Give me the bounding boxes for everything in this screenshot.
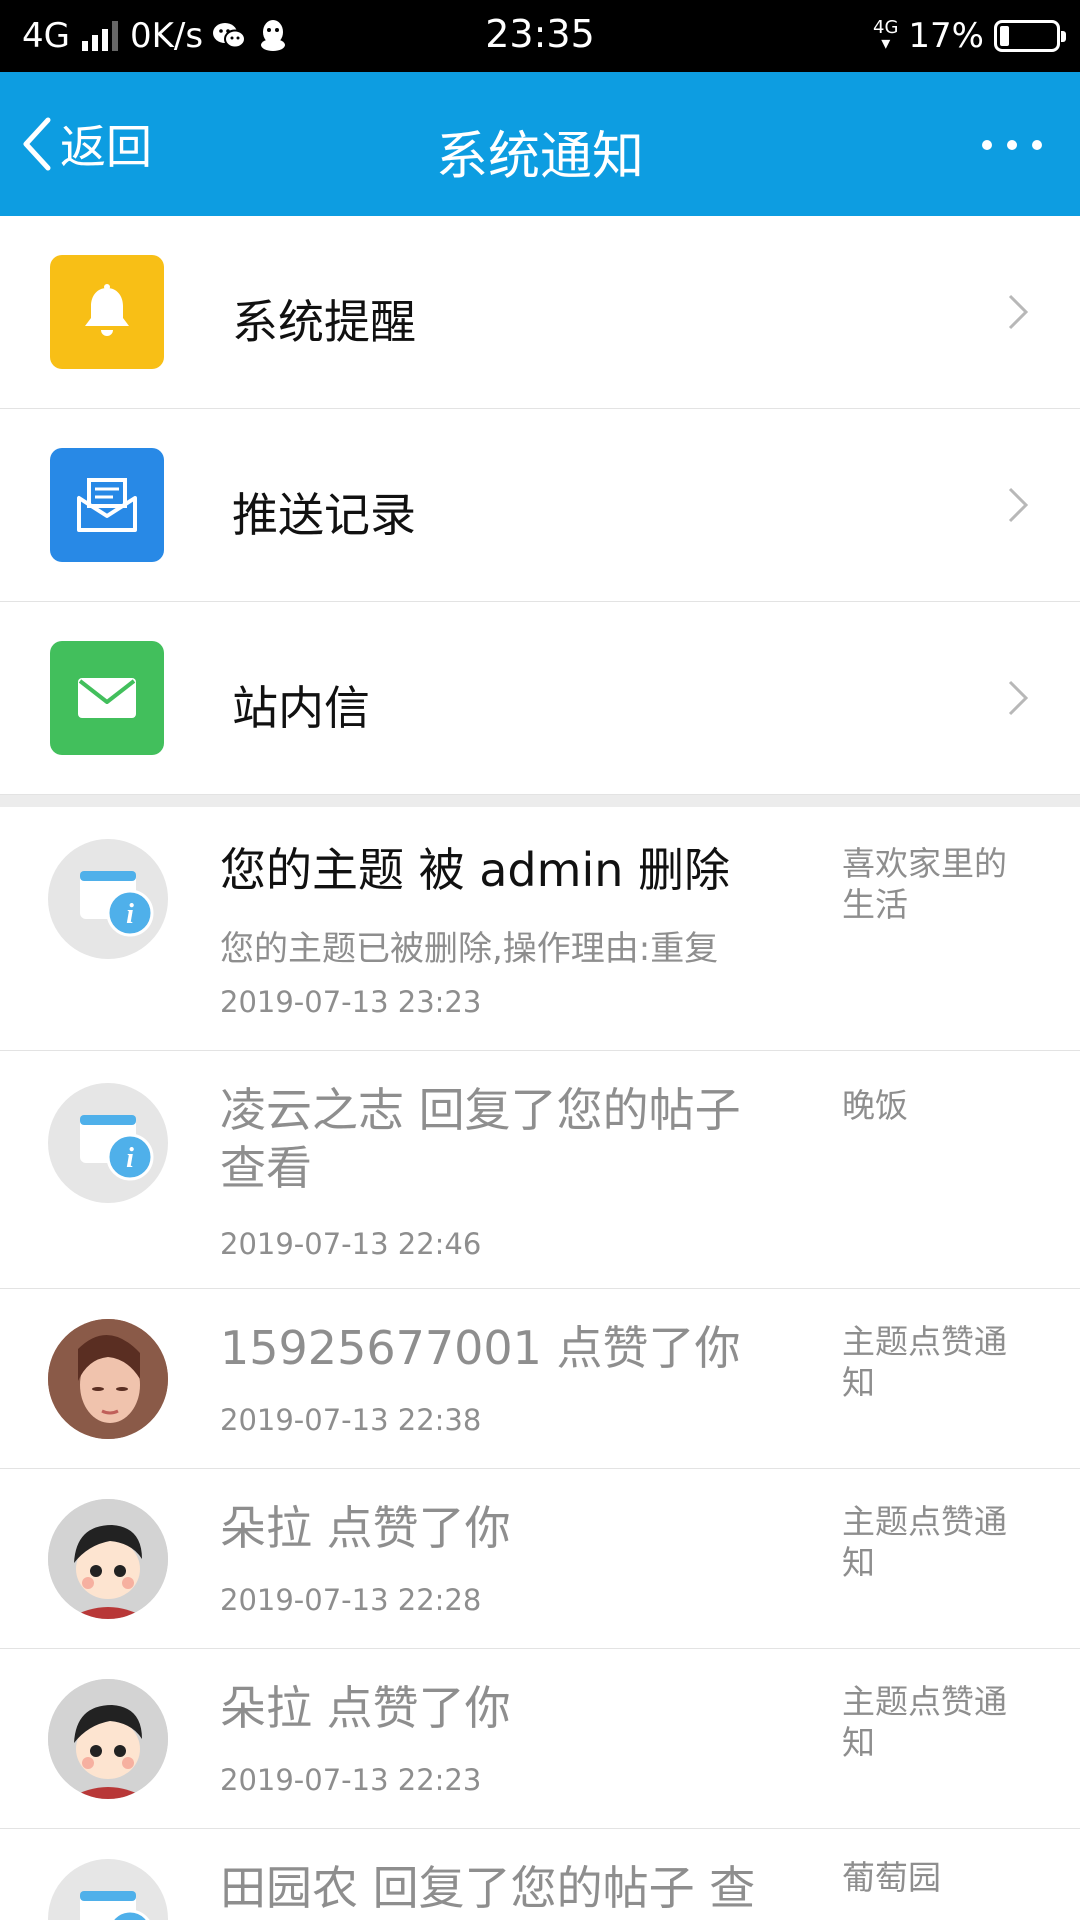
more-dots-icon[interactable] bbox=[982, 130, 1042, 160]
message-item[interactable]: 朵拉 点赞了你 2019-07-13 22:28 主题点赞通知 bbox=[0, 1469, 1080, 1649]
category-system-reminder[interactable]: 系统提醒 bbox=[0, 216, 1080, 409]
system-info-icon: i bbox=[48, 839, 168, 959]
cartoon-avatar bbox=[48, 1499, 168, 1619]
message-item[interactable]: 15925677001 点赞了你 2019-07-13 22:38 主题点赞通知 bbox=[0, 1289, 1080, 1469]
section-divider bbox=[0, 795, 1080, 807]
message-time: 2019-07-13 22:28 bbox=[220, 1583, 482, 1617]
message-list: i 您的主题 被 admin 删除 您的主题已被删除,操作理由:重复 2019-… bbox=[0, 807, 1080, 1920]
message-title: 15925677001 点赞了你 bbox=[220, 1321, 741, 1375]
chevron-right-icon bbox=[1008, 680, 1029, 716]
category-label: 系统提醒 bbox=[232, 295, 416, 349]
message-title: 田园农 回复了您的帖子 查 bbox=[220, 1861, 756, 1915]
message-source: 主题点赞通知 bbox=[842, 1322, 1007, 1402]
envelope-icon bbox=[50, 641, 164, 755]
message-item[interactable]: i 您的主题 被 admin 删除 您的主题已被删除,操作理由:重复 2019-… bbox=[0, 807, 1080, 1051]
category-inbox[interactable]: 站内信 bbox=[0, 602, 1080, 795]
message-time: 2019-07-13 22:23 bbox=[220, 1763, 482, 1797]
page-title: 系统通知 bbox=[435, 127, 644, 187]
chevron-right-icon bbox=[1008, 487, 1029, 523]
message-preview: 您的主题已被删除,操作理由:重复 bbox=[220, 929, 719, 969]
category-list: 系统提醒 推送记录 站内信 bbox=[0, 216, 1080, 795]
status-bar: 4G 0K/s 23:35 4G ▾ 17% bbox=[0, 0, 1080, 72]
svg-text:i: i bbox=[126, 1143, 134, 1174]
message-title: 朵拉 点赞了你 bbox=[220, 1501, 511, 1555]
category-push-records[interactable]: 推送记录 bbox=[0, 409, 1080, 602]
message-item[interactable]: i 凌云之志 回复了您的帖子 查看 2019-07-13 22:46 晚饭 bbox=[0, 1051, 1080, 1289]
message-item[interactable]: 田园农 回复了您的帖子 查 葡萄园 bbox=[0, 1829, 1080, 1920]
network-indicator: 4G ▾ bbox=[873, 17, 899, 54]
message-time: 2019-07-13 23:23 bbox=[220, 985, 482, 1019]
svg-text:i: i bbox=[126, 899, 134, 930]
message-time: 2019-07-13 22:46 bbox=[220, 1227, 482, 1261]
cartoon-avatar bbox=[48, 1679, 168, 1799]
system-info-icon bbox=[48, 1859, 168, 1920]
bell-icon bbox=[50, 255, 164, 369]
message-time: 2019-07-13 22:38 bbox=[220, 1403, 482, 1437]
battery-percent: 17% bbox=[908, 16, 984, 56]
user-photo-avatar bbox=[48, 1319, 168, 1439]
category-label: 推送记录 bbox=[232, 488, 416, 542]
chevron-right-icon bbox=[1008, 294, 1029, 330]
message-source: 主题点赞通知 bbox=[842, 1682, 1007, 1762]
system-info-icon: i bbox=[48, 1083, 168, 1203]
category-label: 站内信 bbox=[232, 681, 370, 735]
nav-header: 返回 系统通知 bbox=[0, 72, 1080, 216]
message-title: 您的主题 被 admin 删除 bbox=[220, 843, 730, 897]
message-title: 凌云之志 回复了您的帖子 查看 bbox=[220, 1083, 741, 1195]
mail-open-icon bbox=[50, 448, 164, 562]
message-source: 葡萄园 bbox=[842, 1858, 941, 1897]
message-item[interactable]: 朵拉 点赞了你 2019-07-13 22:23 主题点赞通知 bbox=[0, 1649, 1080, 1829]
message-source: 晚饭 bbox=[842, 1086, 908, 1125]
message-title: 朵拉 点赞了你 bbox=[220, 1681, 511, 1735]
message-source: 喜欢家里的生活 bbox=[842, 844, 1007, 924]
message-source: 主题点赞通知 bbox=[842, 1502, 1007, 1582]
battery-icon bbox=[994, 20, 1066, 52]
